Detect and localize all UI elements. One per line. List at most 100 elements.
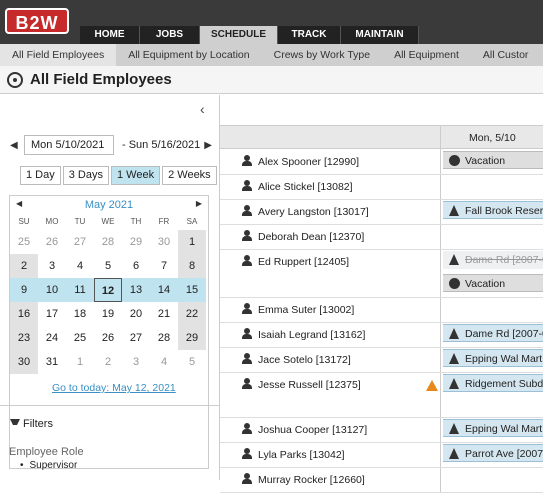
- employee-name[interactable]: Jace Sotelo [13172]: [242, 353, 351, 366]
- day-cell[interactable]: Ridgement Subdiv: [440, 373, 543, 417]
- tab-maintain[interactable]: MAINTAIN: [341, 26, 419, 44]
- tab-home[interactable]: HOME: [80, 26, 140, 44]
- range-3-days-button[interactable]: 3 Days: [62, 166, 109, 185]
- calendar-day[interactable]: 15: [178, 278, 206, 302]
- collapse-panel-icon[interactable]: ‹: [200, 101, 205, 117]
- day-cell[interactable]: [440, 225, 543, 249]
- prev-month-icon[interactable]: ◀: [16, 199, 22, 208]
- calendar-day[interactable]: 28: [150, 326, 178, 350]
- calendar-day[interactable]: 25: [10, 230, 38, 254]
- employee-name[interactable]: Alice Stickel [13082]: [242, 180, 353, 193]
- employee-name[interactable]: Deborah Dean [12370]: [242, 230, 364, 243]
- date-range-nav: ◀ Mon 5/10/2021 - Sun 5/16/2021 ▶: [10, 135, 214, 155]
- employee-name[interactable]: Emma Suter [13002]: [242, 303, 354, 316]
- calendar-day[interactable]: 30: [150, 230, 178, 254]
- subnav-all-customers[interactable]: All Custor: [471, 44, 541, 66]
- calendar-day[interactable]: 14: [150, 278, 178, 302]
- day-cell[interactable]: [440, 468, 543, 492]
- calendar-day[interactable]: 19: [94, 302, 122, 326]
- employee-name[interactable]: Jesse Russell [12375]: [242, 378, 361, 391]
- calendar-day[interactable]: 12: [94, 278, 122, 302]
- calendar-day[interactable]: 8: [178, 254, 206, 278]
- calendar-day[interactable]: 2: [10, 254, 38, 278]
- job-assignment-block[interactable]: Epping Wal Mart: [443, 419, 543, 437]
- day-cell[interactable]: Epping Wal Mart: [440, 418, 543, 442]
- prev-week-icon[interactable]: ◀: [10, 140, 20, 151]
- calendar-day[interactable]: 18: [66, 302, 94, 326]
- subnav-all-equipment[interactable]: All Equipment: [382, 44, 471, 66]
- range-1-week-button[interactable]: 1 Week: [111, 166, 161, 185]
- calendar-day[interactable]: 6: [122, 254, 150, 278]
- job-assignment-block[interactable]: Epping Wal Mart: [443, 349, 543, 367]
- next-month-icon[interactable]: ▶: [196, 199, 202, 208]
- calendar-day[interactable]: 5: [178, 350, 206, 374]
- next-week-icon[interactable]: ▶: [204, 140, 214, 151]
- calendar-day[interactable]: 13: [122, 278, 150, 302]
- calendar-day[interactable]: 20: [122, 302, 150, 326]
- day-cell[interactable]: Epping Wal Mart: [440, 348, 543, 372]
- calendar-day[interactable]: 11: [66, 278, 94, 302]
- subnav-all-field-employees[interactable]: All Field Employees: [0, 44, 117, 66]
- employee-name[interactable]: Joshua Cooper [13127]: [242, 423, 367, 436]
- calendar-day[interactable]: 26: [38, 230, 66, 254]
- day-cell[interactable]: Parrot Ave [2007-: [440, 443, 543, 467]
- subnav-equipment-by-location[interactable]: All Equipment by Location: [116, 44, 261, 66]
- employee-name[interactable]: Avery Langston [13017]: [242, 205, 369, 218]
- employee-name[interactable]: Lyla Parks [13042]: [242, 448, 345, 461]
- calendar-day[interactable]: 21: [150, 302, 178, 326]
- b2w-logo[interactable]: B2W: [5, 8, 69, 34]
- employee-name[interactable]: Isaiah Legrand [13162]: [242, 328, 365, 341]
- tab-jobs[interactable]: JOBS: [140, 26, 200, 44]
- calendar-day[interactable]: 23: [10, 326, 38, 350]
- calendar-day[interactable]: 27: [66, 230, 94, 254]
- calendar-day[interactable]: 31: [38, 350, 66, 374]
- vacation-block[interactable]: Vacation: [443, 151, 543, 169]
- tab-track[interactable]: TRACK: [278, 26, 341, 44]
- calendar-day[interactable]: 2: [94, 350, 122, 374]
- day-cell[interactable]: Vacation: [440, 150, 543, 174]
- calendar-day[interactable]: 4: [150, 350, 178, 374]
- calendar-day[interactable]: 5: [94, 254, 122, 278]
- calendar-day[interactable]: 7: [150, 254, 178, 278]
- calendar-day[interactable]: 27: [122, 326, 150, 350]
- calendar-day[interactable]: 29: [178, 326, 206, 350]
- calendar-day[interactable]: 9: [10, 278, 38, 302]
- job-assignment-block[interactable]: Parrot Ave [2007-: [443, 444, 543, 462]
- job-assignment-block[interactable]: Dame Rd [2007-0: [443, 251, 543, 269]
- calendar-day[interactable]: 29: [122, 230, 150, 254]
- calendar-day[interactable]: 28: [94, 230, 122, 254]
- vacation-block[interactable]: Vacation: [443, 274, 543, 292]
- go-to-today-link[interactable]: Go to today: May 12, 2021: [52, 382, 176, 394]
- calendar-day[interactable]: 24: [38, 326, 66, 350]
- employee-name[interactable]: Alex Spooner [12990]: [242, 155, 359, 168]
- employee-name[interactable]: Ed Ruppert [12405]: [242, 255, 349, 268]
- calendar-day[interactable]: 30: [10, 350, 38, 374]
- calendar-day[interactable]: 25: [66, 326, 94, 350]
- day-cell[interactable]: Dame Rd [2007-0: [440, 323, 543, 347]
- range-2-weeks-button[interactable]: 2 Weeks: [162, 166, 217, 185]
- calendar-day[interactable]: 3: [122, 350, 150, 374]
- role-filter-value[interactable]: Supervisor: [20, 460, 78, 471]
- calendar-day[interactable]: 22: [178, 302, 206, 326]
- job-assignment-block[interactable]: Dame Rd [2007-0: [443, 324, 543, 342]
- day-cell[interactable]: Dame Rd [2007-0 Vacation: [440, 250, 543, 297]
- day-cell[interactable]: [440, 175, 543, 199]
- calendar-day[interactable]: 16: [10, 302, 38, 326]
- calendar-day[interactable]: 1: [66, 350, 94, 374]
- start-date-input[interactable]: Mon 5/10/2021: [24, 135, 114, 155]
- day-cell[interactable]: [440, 298, 543, 322]
- job-assignment-block[interactable]: Fall Brook Reserv: [443, 201, 543, 219]
- calendar-day[interactable]: 10: [38, 278, 66, 302]
- range-1-day-button[interactable]: 1 Day: [20, 166, 61, 185]
- job-assignment-block[interactable]: Ridgement Subdiv: [443, 374, 543, 392]
- tab-schedule[interactable]: SCHEDULE: [200, 26, 278, 44]
- filters-heading[interactable]: Filters: [10, 418, 53, 430]
- calendar-day[interactable]: 1: [178, 230, 206, 254]
- calendar-day[interactable]: 3: [38, 254, 66, 278]
- calendar-day[interactable]: 26: [94, 326, 122, 350]
- subnav-crews-by-work-type[interactable]: Crews by Work Type: [262, 44, 382, 66]
- warning-icon[interactable]: [426, 380, 438, 391]
- calendar-day[interactable]: 17: [38, 302, 66, 326]
- day-cell[interactable]: Fall Brook Reserv: [440, 200, 543, 224]
- calendar-day[interactable]: 4: [66, 254, 94, 278]
